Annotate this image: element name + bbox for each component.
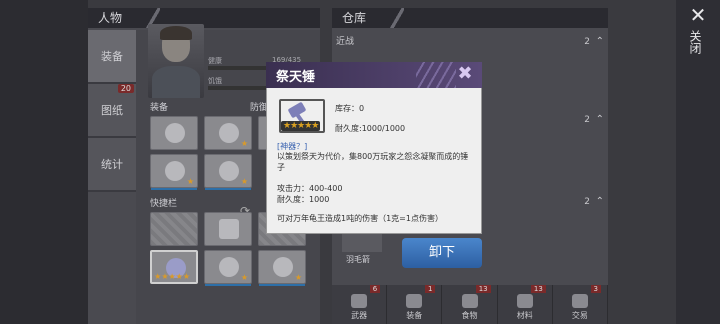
hunger-label: 饥饿 bbox=[208, 77, 222, 85]
storage-row-melee[interactable]: 近战 2 ⌃ bbox=[332, 32, 608, 52]
quick-slot-bow[interactable]: ★ bbox=[204, 250, 252, 286]
storage-item-arrow[interactable] bbox=[342, 232, 382, 252]
blueprint-badge: 20 bbox=[117, 84, 134, 93]
popup-title: 祭天锤 bbox=[276, 70, 316, 85]
quick-slot-1[interactable] bbox=[150, 212, 198, 246]
equipment-section-label: 装备 bbox=[150, 103, 169, 113]
close-icon[interactable]: ✕ bbox=[686, 4, 710, 26]
quick-slot-2[interactable] bbox=[204, 212, 252, 246]
close-label[interactable]: 关闭 bbox=[688, 30, 704, 54]
item-effect: 可对万年龟王造成1吨的伤害（1克=1点伤害） bbox=[277, 214, 443, 223]
storage-panel-title: 仓库 bbox=[332, 8, 608, 28]
character-panel-title: 人物 bbox=[88, 8, 320, 28]
tab-blueprints[interactable]: 图纸 20 bbox=[88, 84, 136, 138]
side-tabs: 装备 图纸 20 统计 bbox=[88, 30, 136, 192]
food-icon bbox=[461, 294, 478, 308]
chevron-up-icon[interactable]: ⌃ bbox=[596, 192, 604, 212]
category-food[interactable]: 13 食物 bbox=[442, 285, 498, 324]
popup-header: 祭天锤 ✖ bbox=[266, 62, 482, 88]
category-equipment[interactable]: 1 装备 bbox=[387, 285, 443, 324]
health-label: 健康 bbox=[208, 57, 222, 65]
item-stock: 库存：0 bbox=[335, 104, 365, 113]
category-weapons[interactable]: 6 武器 bbox=[332, 285, 388, 324]
quick-slot-axe[interactable]: ★ bbox=[258, 250, 306, 286]
hunger-bar bbox=[208, 86, 268, 90]
quickbar-label: 快捷栏 bbox=[150, 199, 178, 209]
character-portrait bbox=[148, 24, 204, 98]
unequip-button[interactable]: 卸下 bbox=[402, 238, 482, 268]
health-bar bbox=[208, 66, 268, 70]
item-detail-popup: 祭天锤 ✖ ★★★★★ 库存：0 耐久度:1000/1000 [神器？] 以策划… bbox=[266, 62, 482, 234]
equip-slot-armor[interactable]: ★ bbox=[204, 116, 252, 150]
item-description: 以策划祭天为代价，集800万玩家之怨念凝聚而成的锤子 bbox=[277, 152, 469, 172]
category-trade[interactable]: 3 交易 bbox=[553, 285, 609, 324]
armor-icon bbox=[406, 294, 423, 308]
close-icon[interactable]: ✖ bbox=[454, 64, 476, 84]
trade-icon bbox=[571, 294, 588, 308]
chevron-up-icon[interactable]: ⌃ bbox=[596, 32, 604, 52]
quick-slot-hammer[interactable]: ★★★★★ bbox=[150, 250, 198, 284]
tab-equipment[interactable]: 装备 bbox=[88, 30, 136, 84]
equip-slot-helmet[interactable] bbox=[150, 116, 198, 150]
equip-slot-pants[interactable]: ★ bbox=[204, 154, 252, 190]
item-durability-max: 耐久度：1000 bbox=[277, 195, 330, 204]
equip-slot-gloves[interactable]: ★ bbox=[150, 154, 198, 190]
item-durability: 耐久度:1000/1000 bbox=[335, 124, 406, 133]
chevron-up-icon[interactable]: ⌃ bbox=[596, 110, 604, 130]
material-icon bbox=[516, 294, 533, 308]
category-materials[interactable]: 13 材料 bbox=[498, 285, 553, 324]
feather-arrow-label: 羽毛箭 bbox=[346, 255, 370, 264]
tab-statistics[interactable]: 统计 bbox=[88, 138, 136, 192]
weapon-icon bbox=[351, 294, 368, 308]
storage-category-tabs: 6 武器 1 装备 13 食物 13 材料 3 交易 bbox=[332, 285, 609, 324]
left-margin bbox=[0, 0, 88, 324]
item-rarity-stars: ★★★★★ bbox=[281, 121, 321, 131]
item-attack: 攻击力：400-400 bbox=[277, 184, 343, 193]
